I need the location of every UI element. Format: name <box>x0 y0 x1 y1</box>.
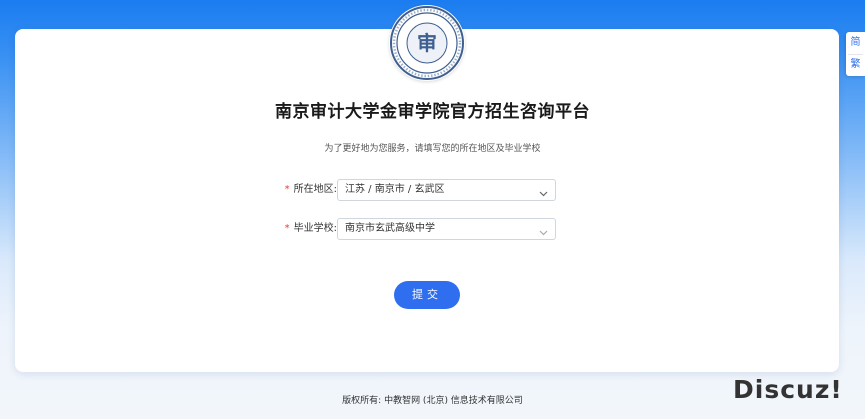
school-select[interactable]: 南京市玄武高级中学 <box>337 218 556 240</box>
chevron-down-icon <box>539 225 548 245</box>
required-mark: * <box>284 223 290 234</box>
page-title: 南京审计大学金审学院官方招生咨询平台 <box>275 102 590 122</box>
region-row: * 所在地区: 江苏 / 南京市 / 玄武区 <box>270 179 570 201</box>
region-label-text: 所在地区: <box>293 184 337 195</box>
language-switch: 简 繁 <box>846 32 865 76</box>
traditional-chinese-button[interactable]: 繁 <box>846 55 865 75</box>
university-seal-icon: 审 <box>389 5 465 81</box>
school-label: * 毕业学校: <box>270 218 337 240</box>
page-subtitle: 为了更好地为您服务，请填写您的所在地区及毕业学校 <box>324 144 541 154</box>
simplified-chinese-button[interactable]: 简 <box>846 33 865 53</box>
region-select-value: 江苏 / 南京市 / 玄武区 <box>345 184 445 195</box>
region-select[interactable]: 江苏 / 南京市 / 玄武区 <box>337 179 556 201</box>
school-row: * 毕业学校: 南京市玄武高级中学 <box>270 218 570 240</box>
submit-button[interactable]: 提交 <box>394 281 460 309</box>
required-mark: * <box>284 184 290 195</box>
region-label: * 所在地区: <box>270 179 337 201</box>
school-select-value: 南京市玄武高级中学 <box>345 223 435 234</box>
school-label-text: 毕业学校: <box>293 223 337 234</box>
seal-glyph: 审 <box>417 31 437 55</box>
watermark-logo: Discuz! <box>733 375 843 404</box>
chevron-down-icon <box>539 186 548 206</box>
